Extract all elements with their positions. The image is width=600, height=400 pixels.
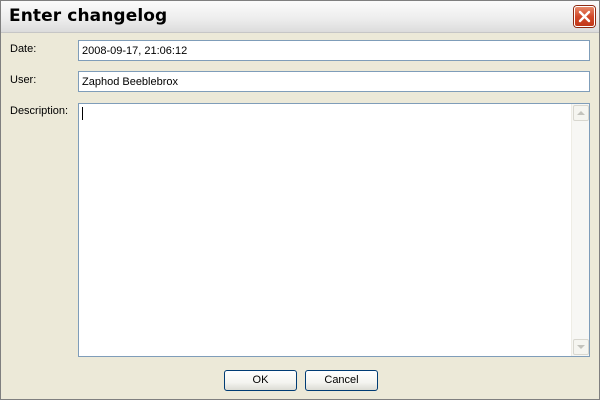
user-label: User: [10,74,37,86]
date-label: Date: [10,43,37,55]
dialog-title: Enter changelog [9,6,168,26]
description-label: Description: [10,105,69,117]
changelog-dialog: Enter changelog Date: User: Description: [0,0,600,400]
scroll-up-button[interactable] [573,105,589,121]
close-button[interactable] [574,6,595,27]
date-field[interactable] [78,40,590,61]
text-caret [82,107,83,120]
description-scrollbar[interactable] [571,104,589,356]
description-textarea[interactable] [79,104,571,356]
close-icon [578,10,591,23]
title-bar[interactable]: Enter changelog [1,1,599,33]
scroll-down-button[interactable] [573,339,589,355]
ok-button[interactable]: OK [224,370,297,391]
description-container [78,103,590,357]
cancel-button[interactable]: Cancel [305,370,378,391]
scroll-down-arrow-icon [577,345,585,349]
user-field[interactable] [78,71,590,92]
scroll-up-arrow-icon [577,111,585,115]
